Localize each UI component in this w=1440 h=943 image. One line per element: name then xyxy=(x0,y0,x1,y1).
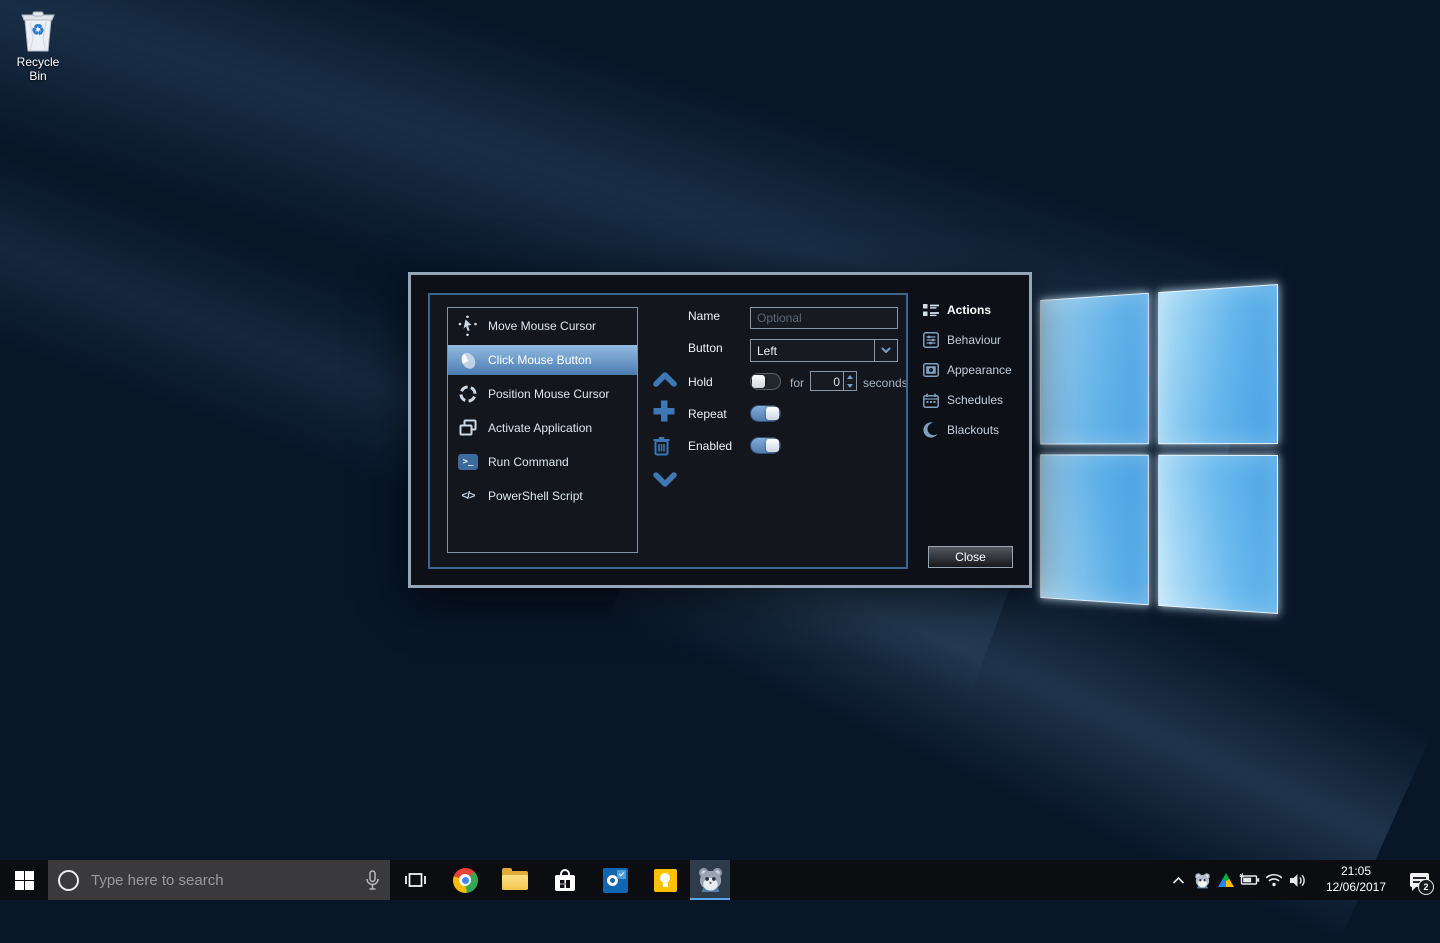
logo-pane xyxy=(1040,293,1148,444)
chrome-icon xyxy=(453,868,478,893)
task-view-icon xyxy=(404,871,427,889)
recycle-bin-label: Recycle Bin xyxy=(8,55,68,83)
clock-date: 12/06/2017 xyxy=(1318,880,1394,896)
logo-pane xyxy=(1158,454,1278,614)
sidebar-label: Appearance xyxy=(947,363,1012,377)
taskbar-search-box[interactable] xyxy=(48,860,390,900)
cortana-icon xyxy=(58,870,79,891)
start-button[interactable] xyxy=(0,860,48,900)
calendar-icon xyxy=(922,392,939,409)
code-icon: </> xyxy=(457,485,479,507)
sidebar-item-behaviour[interactable]: Behaviour xyxy=(922,331,1001,349)
file-explorer-icon xyxy=(502,871,528,890)
hold-seconds-value: 0 xyxy=(811,372,843,390)
clock-time: 21:05 xyxy=(1318,864,1394,880)
button-select-value: Left xyxy=(751,344,874,358)
hold-label: Hold xyxy=(688,375,713,389)
system-tray: 21:05 12/06/2017 2 xyxy=(1166,860,1440,900)
notification-badge: 2 xyxy=(1418,879,1434,895)
sidebar-label: Schedules xyxy=(947,393,1003,407)
store-icon xyxy=(554,869,576,891)
taskbar: 21:05 12/06/2017 2 xyxy=(0,860,1440,900)
picture-icon xyxy=(922,362,939,379)
repeat-toggle[interactable] xyxy=(750,405,781,422)
spinner-down-icon[interactable] xyxy=(844,381,856,390)
taskbar-outlook[interactable] xyxy=(590,860,640,900)
move-mouse-app-icon xyxy=(697,866,724,893)
nav-label: PowerShell Script xyxy=(488,489,583,503)
name-label: Name xyxy=(688,309,720,323)
hold-toggle[interactable] xyxy=(750,373,781,390)
for-label: for xyxy=(790,376,804,390)
moon-icon xyxy=(922,422,939,439)
sidebar-label: Actions xyxy=(947,303,991,317)
keep-icon xyxy=(654,869,677,892)
recycle-symbol: ♻ xyxy=(18,21,58,39)
sidebar-item-schedules[interactable]: Schedules xyxy=(922,391,1003,409)
taskbar-file-explorer[interactable] xyxy=(490,860,540,900)
action-center-button[interactable]: 2 xyxy=(1398,860,1440,900)
button-select[interactable]: Left xyxy=(750,339,898,362)
tray-move-mouse-icon[interactable] xyxy=(1190,872,1214,889)
tray-google-drive-icon[interactable] xyxy=(1214,873,1238,887)
taskbar-store[interactable] xyxy=(540,860,590,900)
taskbar-chrome[interactable] xyxy=(440,860,490,900)
microphone-icon[interactable] xyxy=(365,870,380,891)
repeat-label: Repeat xyxy=(688,407,727,421)
sidebar-item-blackouts[interactable]: Blackouts xyxy=(922,421,999,439)
sidebar-item-actions[interactable]: Actions xyxy=(922,301,991,319)
taskbar-keep[interactable] xyxy=(640,860,690,900)
logo-pane xyxy=(1040,454,1148,605)
tray-chevron-up-icon[interactable] xyxy=(1166,876,1190,885)
logo-pane xyxy=(1158,284,1278,444)
tray-wifi-icon[interactable] xyxy=(1262,873,1286,887)
name-input[interactable] xyxy=(750,307,898,329)
sliders-icon xyxy=(922,332,939,349)
tray-battery-icon[interactable] xyxy=(1238,873,1262,887)
sidebar-label: Blackouts xyxy=(947,423,999,437)
move-down-button[interactable] xyxy=(652,471,678,493)
enabled-label: Enabled xyxy=(688,439,732,453)
outlook-icon xyxy=(603,868,628,893)
windows-logo-wallpaper xyxy=(1040,284,1278,614)
taskbar-move-mouse-active[interactable] xyxy=(690,860,730,900)
nav-item-powershell-script[interactable]: </> PowerShell Script xyxy=(448,481,637,511)
sidebar-label: Behaviour xyxy=(947,333,1001,347)
windows-logo-icon xyxy=(15,871,34,890)
close-button-label: Close xyxy=(955,550,986,564)
taskbar-clock[interactable]: 21:05 12/06/2017 xyxy=(1318,864,1394,895)
move-mouse-app-window: Move Mouse Cursor Click Mouse Button xyxy=(408,272,1032,588)
tray-volume-icon[interactable] xyxy=(1286,873,1310,888)
sidebar-item-appearance[interactable]: Appearance xyxy=(922,361,1012,379)
chevron-down-icon[interactable] xyxy=(874,340,897,361)
task-view-button[interactable] xyxy=(390,860,440,900)
button-label: Button xyxy=(688,341,723,355)
recycle-bin-desktop-icon[interactable]: ♻ Recycle Bin xyxy=(8,8,68,83)
hold-seconds-spinner[interactable]: 0 xyxy=(810,371,857,391)
search-input[interactable] xyxy=(89,871,355,890)
seconds-label: seconds xyxy=(863,376,908,390)
spinner-up-icon[interactable] xyxy=(844,372,856,381)
action-editor-panel: Move Mouse Cursor Click Mouse Button xyxy=(428,293,908,569)
enabled-toggle[interactable] xyxy=(750,437,781,454)
close-button[interactable]: Close xyxy=(928,546,1013,568)
code-glyph: </> xyxy=(462,490,475,502)
list-icon xyxy=(922,302,939,319)
